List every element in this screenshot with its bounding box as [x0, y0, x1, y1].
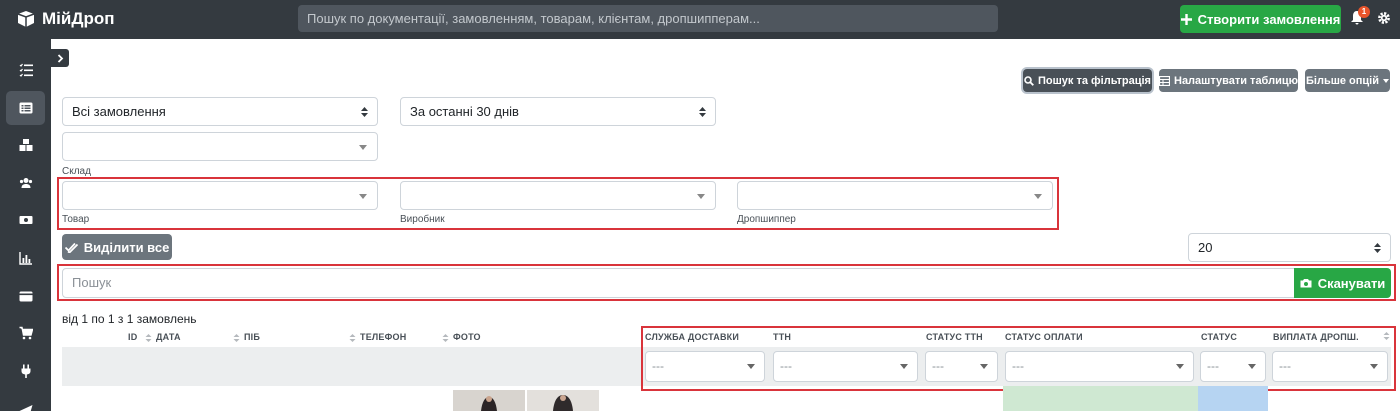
- status-cell: [1198, 386, 1268, 411]
- status-filter-select[interactable]: ---: [1200, 351, 1266, 382]
- warehouse-boxes-icon: [19, 139, 32, 151]
- ttn-filter-select[interactable]: ---: [773, 351, 918, 382]
- search-filter-button[interactable]: Пошук та фільтрація: [1023, 69, 1152, 92]
- product-photo-image: [481, 396, 497, 411]
- dropship-payout-filter-select[interactable]: ---: [1272, 351, 1388, 382]
- sidebar-item-finance[interactable]: [6, 203, 45, 237]
- sidebar-item-integrations[interactable]: [6, 354, 45, 388]
- caret-down-icon: [1370, 364, 1378, 369]
- sort-arrows-icon: [699, 107, 706, 117]
- sidebar-item-customers[interactable]: [6, 166, 45, 200]
- wallet-icon: [19, 291, 32, 302]
- sidebar-item-tasks[interactable]: [6, 53, 45, 87]
- product-photo-image: [553, 395, 573, 411]
- manufacturer-label: Виробник: [400, 214, 445, 225]
- top-navbar: МійДроп Пошук по документації, замовленн…: [0, 0, 1400, 39]
- cart-icon: [19, 326, 33, 340]
- box-logo-icon: [17, 11, 35, 27]
- warehouse-label: Склад: [62, 166, 91, 177]
- period-select[interactable]: За останні 30 днів: [400, 97, 716, 126]
- caret-down-icon: [359, 194, 367, 199]
- plus-icon: [1180, 13, 1192, 25]
- sidebar-toggle-button[interactable]: [51, 49, 69, 67]
- product-photo[interactable]: [453, 390, 525, 411]
- column-header-id[interactable]: ID: [128, 332, 137, 342]
- dropshipper-label: Дропшиппер: [737, 214, 796, 225]
- chevron-right-icon: [57, 53, 63, 63]
- dropshipper-select[interactable]: [737, 181, 1053, 210]
- orders-list-icon: [19, 102, 32, 114]
- sidebar-item-warehouse[interactable]: [6, 128, 45, 162]
- sidebar-item-reports[interactable]: [6, 241, 45, 275]
- order-search-input[interactable]: Пошук: [62, 268, 1295, 298]
- camera-icon: [1300, 279, 1312, 288]
- product-label: Товар: [62, 214, 90, 225]
- sort-icon: [233, 333, 240, 342]
- sidebar-item-orders[interactable]: [6, 91, 45, 125]
- plug-icon: [21, 364, 30, 378]
- table-icon: [1159, 75, 1170, 86]
- manufacturer-select[interactable]: [400, 181, 716, 210]
- orders-scope-select[interactable]: Всі замовлення: [62, 97, 378, 126]
- product-photo[interactable]: [527, 390, 599, 411]
- app-title: МійДроп: [42, 9, 115, 28]
- create-order-button[interactable]: Створити замовлення: [1180, 5, 1341, 33]
- delivery-filter-select[interactable]: ---: [645, 351, 765, 382]
- caret-down-icon: [980, 364, 988, 369]
- page-size-select[interactable]: 20: [1188, 233, 1391, 262]
- caret-down-icon: [900, 364, 908, 369]
- ttn-status-filter-select[interactable]: ---: [925, 351, 998, 382]
- more-options-dropdown[interactable]: Більше опцій: [1305, 69, 1390, 92]
- sidebar-item-wallet[interactable]: [6, 279, 45, 313]
- search-icon: [1024, 75, 1034, 86]
- caret-down-icon: [1248, 364, 1256, 369]
- double-check-icon: [64, 242, 78, 253]
- caret-down-icon: [1176, 364, 1184, 369]
- column-header-phone[interactable]: ТЕЛЕФОН: [349, 332, 406, 342]
- results-count: від 1 по 1 з 1 замовлень: [62, 312, 197, 326]
- caret-down-icon: [1034, 194, 1042, 199]
- column-header-date[interactable]: ДАТА: [145, 332, 181, 342]
- payment-status-filter-select[interactable]: ---: [1005, 351, 1194, 382]
- warehouse-select[interactable]: [62, 132, 378, 161]
- payment-status-cell: [1003, 386, 1198, 411]
- caret-down-icon: [1383, 78, 1389, 83]
- select-all-button[interactable]: Виділити все: [62, 234, 172, 260]
- app-logo[interactable]: МійДроп: [17, 8, 114, 30]
- configure-table-button[interactable]: Налаштувати таблицю: [1159, 69, 1298, 92]
- scan-button[interactable]: Сканувати: [1294, 268, 1391, 298]
- sort-arrows-icon: [1374, 243, 1381, 253]
- sort-arrows-icon: [361, 107, 368, 117]
- gear-icon[interactable]: [1377, 11, 1391, 25]
- caret-down-icon: [747, 364, 755, 369]
- tasks-icon: [19, 63, 33, 77]
- sidebar-item-cart[interactable]: [6, 316, 45, 350]
- product-select[interactable]: [62, 181, 378, 210]
- column-header-photo[interactable]: ФОТО: [442, 332, 481, 342]
- sidebar: [0, 39, 51, 411]
- money-icon: [19, 216, 32, 224]
- global-search-input[interactable]: Пошук по документації, замовленням, това…: [298, 5, 998, 32]
- send-icon: [19, 405, 32, 411]
- sort-icon: [442, 333, 449, 342]
- notifications-badge: 1: [1358, 6, 1370, 18]
- caret-down-icon: [359, 145, 367, 150]
- column-header-name[interactable]: ПІБ: [233, 332, 260, 342]
- users-icon: [19, 178, 32, 188]
- caret-down-icon: [697, 194, 705, 199]
- sort-icon: [349, 333, 356, 342]
- sidebar-item-messages[interactable]: [6, 394, 45, 411]
- chart-icon: [18, 252, 32, 265]
- sort-icon: [145, 333, 152, 342]
